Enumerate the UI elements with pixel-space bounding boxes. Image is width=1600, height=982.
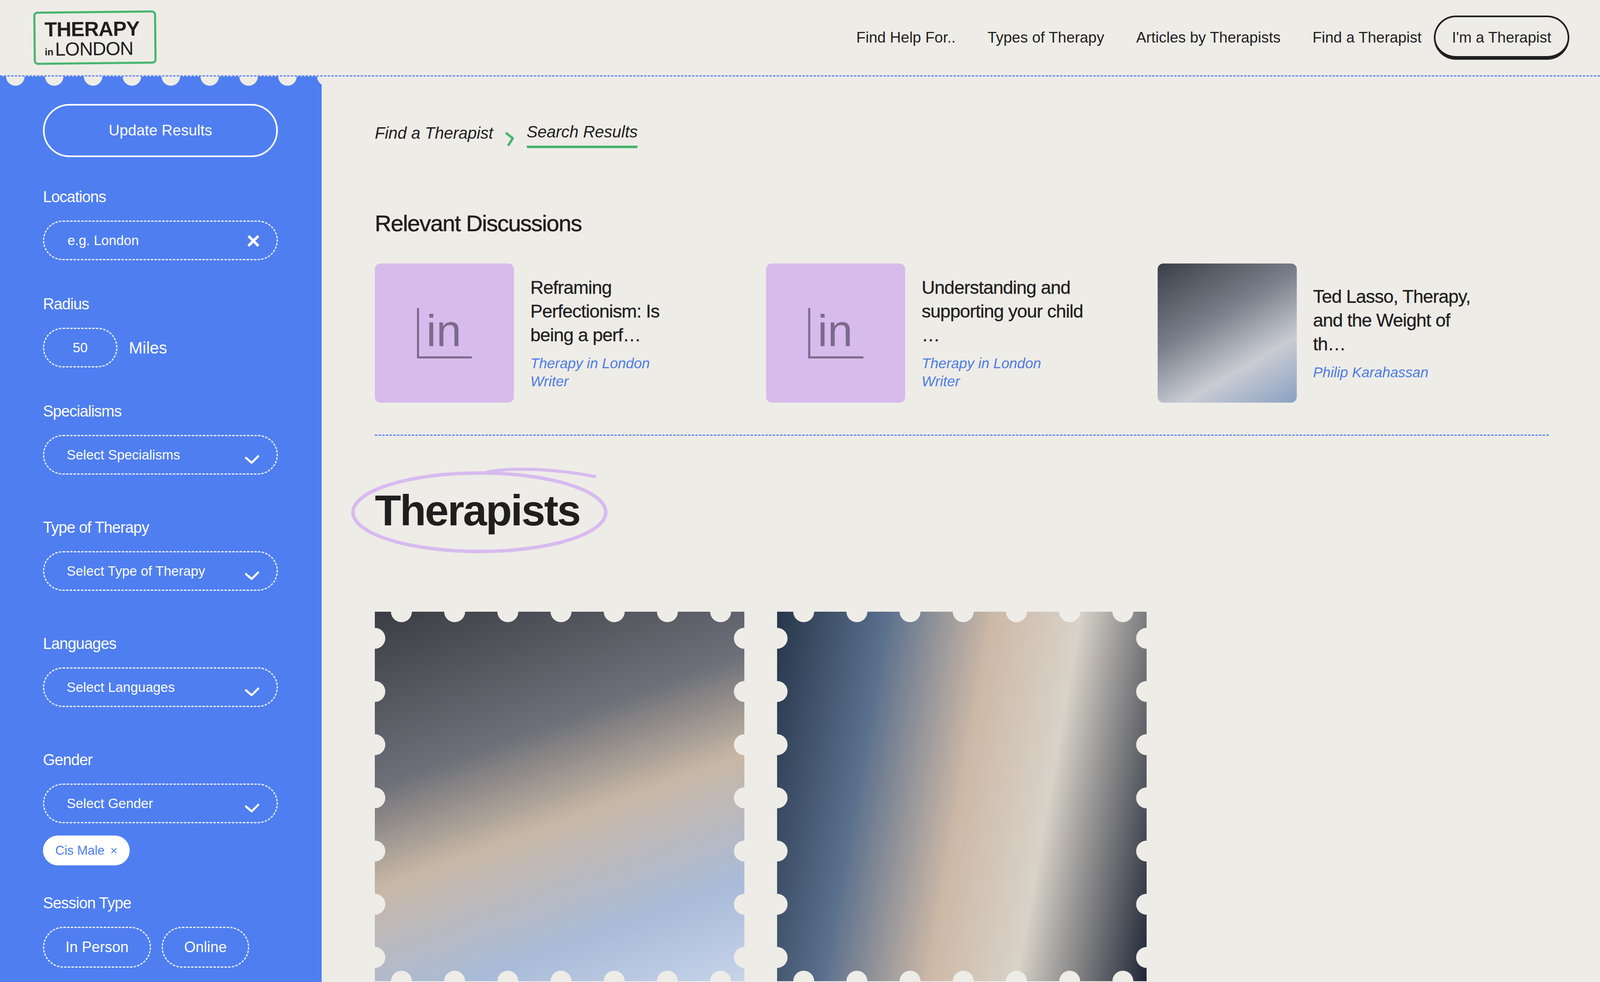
chevron-down-icon: [243, 448, 261, 462]
select-placeholder: Select Languages: [66, 677, 175, 698]
main-nav: Find Help For.. Types of Therapy Articles …: [856, 15, 1570, 61]
therapists-heading: Therapists: [374, 489, 580, 532]
update-results-button[interactable]: Update Results: [42, 103, 278, 158]
breadcrumb-arrow-icon: [504, 125, 516, 142]
filter-select[interactable]: Select Gender: [42, 783, 278, 824]
selected-chips: Cis Male ×: [42, 835, 279, 866]
filter-group: Radius Miles: [42, 295, 279, 368]
discussion-text: Ted Lasso, Therapy, and the Weight of th…: [1296, 284, 1486, 382]
filter-label: Radius: [42, 295, 279, 314]
filter-select[interactable]: Select Type of Therapy: [42, 551, 278, 591]
chevron-down-icon: [243, 797, 261, 810]
select-placeholder: Select Specialisms: [66, 444, 181, 466]
nav-link[interactable]: Articles by Therapists: [1135, 26, 1281, 50]
logo-line-1: THERAPY: [44, 18, 146, 41]
discussion-title: Ted Lasso, Therapy, and the Weight of th…: [1313, 284, 1486, 357]
radius-row: Miles: [42, 327, 279, 368]
discussion-title: Understanding and supporting your child …: [921, 275, 1094, 348]
results-main: Find a Therapist Search Results Relevant D…: [321, 76, 1600, 982]
discussion-text: Understanding and supporting your child …: [905, 275, 1094, 391]
logo-small-text: in: [44, 47, 54, 59]
filter-group: Session Type In PersonOnline: [42, 894, 279, 968]
site-logo[interactable]: THERAPYinLONDON: [33, 10, 157, 65]
filter-label: Session Type: [42, 894, 279, 913]
discussion-photo: [1157, 263, 1297, 403]
breadcrumb-link[interactable]: Find a Therapist: [374, 120, 494, 147]
filter-chip[interactable]: Cis Male ×: [42, 835, 130, 866]
filter-label: Locations: [42, 187, 279, 207]
therapist-list: [374, 611, 1549, 982]
therapists-heading-wrap: Therapists: [348, 460, 611, 557]
discussions-heading: Relevant Discussions: [374, 209, 1549, 237]
discussion-list: in Reframing Perfectionism: Is being a pe…: [374, 263, 1549, 436]
therapist-button[interactable]: I'm a Therapist: [1433, 15, 1570, 61]
logo-line-2-row: inLONDON: [44, 38, 146, 59]
location-field: ×: [42, 220, 278, 261]
chevron-down-icon: [243, 565, 261, 578]
filter-select[interactable]: Select Specialisms: [42, 434, 278, 475]
chip-label: Cis Male: [55, 842, 105, 859]
discussion-thumbnail: in: [766, 263, 906, 403]
therapist-card[interactable]: [374, 611, 745, 982]
breadcrumb-link[interactable]: Search Results: [526, 119, 638, 149]
discussion-card[interactable]: in Reframing Perfectionism: Is being a pe…: [374, 263, 767, 403]
discussion-card[interactable]: Ted Lasso, Therapy, and the Weight of th…: [1157, 263, 1549, 403]
select-placeholder: Select Type of Therapy: [66, 561, 206, 582]
filter-group: Specialisms Select Specialisms: [42, 402, 279, 475]
session-option[interactable]: In Person: [42, 926, 151, 968]
discussion-thumbnail: in: [374, 263, 514, 403]
filter-label: Type of Therapy: [42, 518, 279, 537]
nav-links: Find Help For.. Types of Therapy Articles …: [856, 26, 1422, 50]
filter-group: Gender Select Gender Cis Male ×: [42, 750, 279, 866]
remove-icon[interactable]: ×: [110, 843, 118, 859]
filter-select[interactable]: Select Languages: [42, 667, 278, 708]
clear-icon[interactable]: ×: [246, 228, 261, 253]
nav-link[interactable]: Types of Therapy: [987, 26, 1105, 50]
discussion-author: Therapy in London Writer: [530, 354, 670, 391]
therapist-card[interactable]: [777, 611, 1147, 982]
discussion-author: Therapy in London Writer: [921, 354, 1061, 391]
page-body: Update Results Locations × Radius Miles Speci…: [0, 76, 1600, 982]
site-header: THERAPYinLONDONFind Help For..Types of T…: [0, 0, 1600, 77]
nav-link[interactable]: Find Help For..: [856, 26, 956, 50]
thumbnail-logo-text: in: [808, 308, 864, 359]
breadcrumb-trail: Find a Therapist Search Results: [374, 119, 1549, 149]
radius-input[interactable]: [44, 337, 117, 359]
radius-unit: Miles: [128, 335, 167, 361]
discussion-author: Philip Karahassan: [1313, 363, 1453, 382]
thumbnail-logo-text: in: [416, 308, 473, 359]
filter-group: Languages Select Languages: [42, 634, 279, 708]
filter-sidebar: Update Results Locations × Radius Miles Speci…: [0, 76, 322, 982]
discussion-text: Reframing Perfectionism: Is being a perf…: [513, 275, 703, 391]
session-option[interactable]: Online: [161, 926, 250, 968]
nav-link[interactable]: Find a Therapist: [1312, 26, 1422, 50]
session-options: In PersonOnline: [42, 926, 279, 968]
location-input[interactable]: [66, 229, 240, 252]
filter-label: Languages: [42, 634, 279, 654]
radius-field: [42, 327, 118, 368]
select-placeholder: Select Gender: [66, 793, 154, 814]
logo-line-2: LONDON: [54, 38, 133, 59]
chevron-down-icon: [243, 681, 261, 694]
filter-group: Type of Therapy Select Type of Therapy: [42, 518, 279, 591]
discussion-card[interactable]: in Understanding and supporting your chil…: [766, 263, 1158, 403]
filter-group: Locations ×: [42, 187, 279, 261]
filter-label: Gender: [42, 750, 279, 770]
filter-label: Specialisms: [42, 402, 279, 421]
discussion-title: Reframing Perfectionism: Is being a perf…: [530, 275, 703, 348]
